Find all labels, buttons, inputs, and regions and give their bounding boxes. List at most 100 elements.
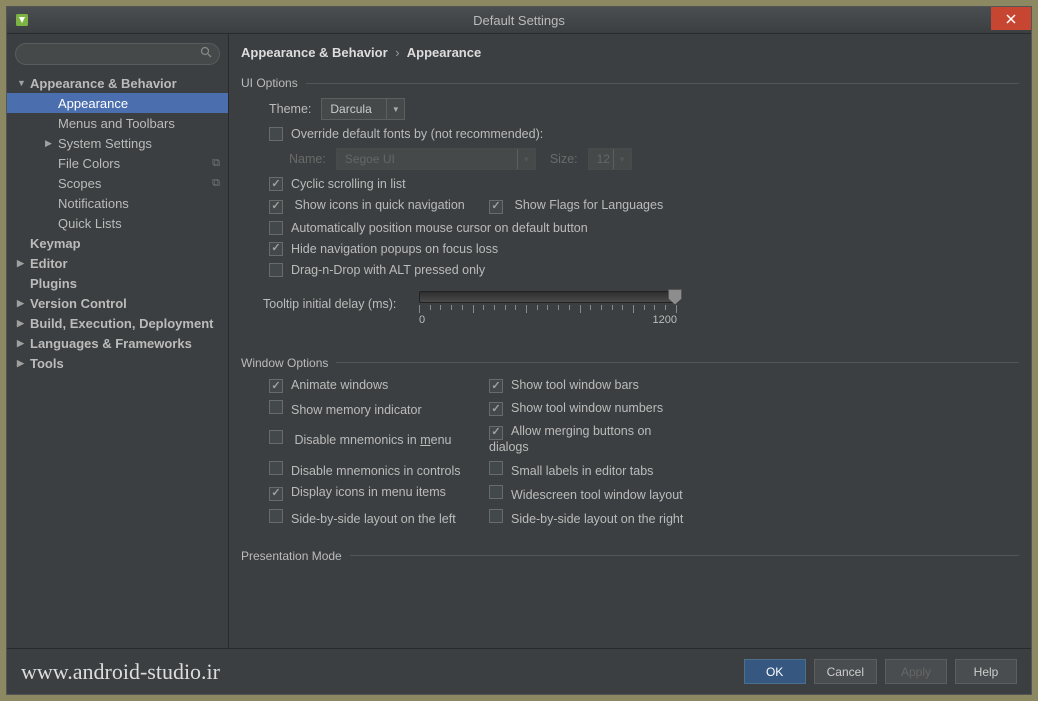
tree-item-label: Plugins (30, 276, 77, 291)
side-right-label: Side-by-side layout on the right (511, 512, 683, 526)
watermark: www.android-studio.ir (21, 659, 220, 685)
tree-item-label: System Settings (58, 136, 152, 151)
side-right-checkbox[interactable] (489, 509, 503, 523)
footer: www.android-studio.ir OK Cancel Apply He… (7, 648, 1031, 694)
widescreen-checkbox[interactable] (489, 485, 503, 499)
chevron-down-icon: ▼ (17, 78, 30, 88)
cyclic-checkbox[interactable] (269, 177, 283, 191)
app-icon (13, 11, 31, 29)
memory-checkbox[interactable] (269, 400, 283, 414)
hide-popup-checkbox[interactable] (269, 242, 283, 256)
ok-button[interactable]: OK (744, 659, 806, 684)
tree-item-label: Languages & Frameworks (30, 336, 192, 351)
widescreen-label: Widescreen tool window layout (511, 488, 683, 502)
drag-alt-label: Drag-n-Drop with ALT pressed only (291, 263, 485, 277)
tree-item-label: Keymap (30, 236, 81, 251)
show-icons-checkbox[interactable] (269, 200, 283, 214)
window-options-header: Window Options (241, 356, 1019, 370)
chevron-right-icon: ▶ (17, 298, 30, 309)
side-left-label: Side-by-side layout on the left (291, 512, 456, 526)
show-numbers-checkbox[interactable] (489, 402, 503, 416)
tree-item[interactable]: File Colors⧉ (7, 153, 228, 173)
tree-item-label: Build, Execution, Deployment (30, 316, 213, 331)
tree-item-label: Tools (30, 356, 64, 371)
tree-item[interactable]: Quick Lists (7, 213, 228, 233)
chevron-right-icon: ▶ (17, 358, 30, 369)
tree-item-label: Menus and Toolbars (58, 116, 175, 131)
chevron-down-icon: ▼ (613, 149, 631, 169)
show-bars-label: Show tool window bars (511, 378, 639, 392)
show-bars-checkbox[interactable] (489, 379, 503, 393)
allow-merge-checkbox[interactable] (489, 426, 503, 440)
tree-item-label: Quick Lists (58, 216, 122, 231)
search-icon (200, 46, 212, 61)
theme-select[interactable]: Darcula ▼ (321, 98, 405, 120)
tree-item[interactable]: ▶Build, Execution, Deployment (7, 313, 228, 333)
settings-window: Default Settings ▼Appearance & BehaviorA… (6, 6, 1032, 695)
drag-alt-checkbox[interactable] (269, 263, 283, 277)
disable-menu-label: Disable mnemonics in menu (294, 433, 451, 447)
apply-button[interactable]: Apply (885, 659, 947, 684)
display-icons-checkbox[interactable] (269, 487, 283, 501)
window-title: Default Settings (473, 13, 565, 28)
titlebar: Default Settings (7, 7, 1031, 34)
tree-item-label: Appearance & Behavior (30, 76, 177, 91)
font-name-select: Segoe UI ▼ (336, 148, 536, 170)
font-name-label: Name: (289, 152, 326, 166)
tree-item[interactable]: ▶System Settings (7, 133, 228, 153)
animate-label: Animate windows (291, 378, 388, 392)
animate-checkbox[interactable] (269, 379, 283, 393)
hide-popup-label: Hide navigation popups on focus loss (291, 242, 498, 256)
chevron-down-icon: ▼ (386, 99, 404, 119)
tree-item[interactable]: Menus and Toolbars (7, 113, 228, 133)
cancel-button[interactable]: Cancel (814, 659, 877, 684)
settings-tree: ▼Appearance & Behavior Appearance Menus an… (7, 71, 228, 648)
show-numbers-label: Show tool window numbers (511, 401, 663, 415)
tree-item[interactable]: ▶Version Control (7, 293, 228, 313)
search-input[interactable] (15, 43, 220, 65)
chevron-down-icon: ▼ (517, 149, 535, 169)
small-labels-checkbox[interactable] (489, 461, 503, 475)
tree-item[interactable]: ▶Languages & Frameworks (7, 333, 228, 353)
tree-item[interactable]: Plugins (7, 273, 228, 293)
tree-item-label: Notifications (58, 196, 129, 211)
slider-min: 0 (419, 314, 425, 326)
tree-item[interactable]: Appearance (7, 93, 228, 113)
allow-merge-label: Allow merging buttons on dialogs (489, 424, 651, 454)
show-flags-checkbox[interactable] (489, 200, 503, 214)
tree-item-label: Editor (30, 256, 68, 271)
small-labels-label: Small labels in editor tabs (511, 464, 653, 478)
tree-item-label: Appearance (58, 96, 128, 111)
tooltip-delay-slider[interactable]: 0 1200 (419, 291, 677, 326)
chevron-right-icon: ▶ (45, 138, 58, 149)
tree-item[interactable]: Keymap (7, 233, 228, 253)
help-button[interactable]: Help (955, 659, 1017, 684)
tree-item[interactable]: ▶Editor (7, 253, 228, 273)
override-fonts-checkbox[interactable] (269, 127, 283, 141)
close-button[interactable] (991, 7, 1031, 30)
tree-item[interactable]: Notifications (7, 193, 228, 213)
slider-max: 1200 (653, 314, 677, 326)
project-scope-icon: ⧉ (212, 177, 220, 190)
breadcrumb: Appearance & Behavior › Appearance (229, 34, 1031, 70)
tree-item[interactable]: ▼Appearance & Behavior (7, 73, 228, 93)
auto-mouse-checkbox[interactable] (269, 221, 283, 235)
show-flags-label: Show Flags for Languages (514, 198, 663, 212)
font-size-select: 12 ▼ (588, 148, 632, 170)
tooltip-delay-label: Tooltip initial delay (ms): (263, 291, 419, 311)
memory-label: Show memory indicator (291, 403, 422, 417)
tree-item-label: Version Control (30, 296, 127, 311)
disable-menu-checkbox[interactable] (269, 430, 283, 444)
disable-ctrl-label: Disable mnemonics in controls (291, 464, 461, 478)
disable-ctrl-checkbox[interactable] (269, 461, 283, 475)
slider-thumb[interactable] (668, 289, 682, 305)
tree-item[interactable]: Scopes⧉ (7, 173, 228, 193)
chevron-right-icon: ▶ (17, 258, 30, 269)
close-icon (1006, 14, 1016, 24)
font-size-label: Size: (550, 152, 578, 166)
side-left-checkbox[interactable] (269, 509, 283, 523)
auto-mouse-label: Automatically position mouse cursor on d… (291, 221, 588, 235)
ui-options-header: UI Options (241, 76, 1019, 90)
tree-item-label: File Colors (58, 156, 120, 171)
tree-item[interactable]: ▶Tools (7, 353, 228, 373)
